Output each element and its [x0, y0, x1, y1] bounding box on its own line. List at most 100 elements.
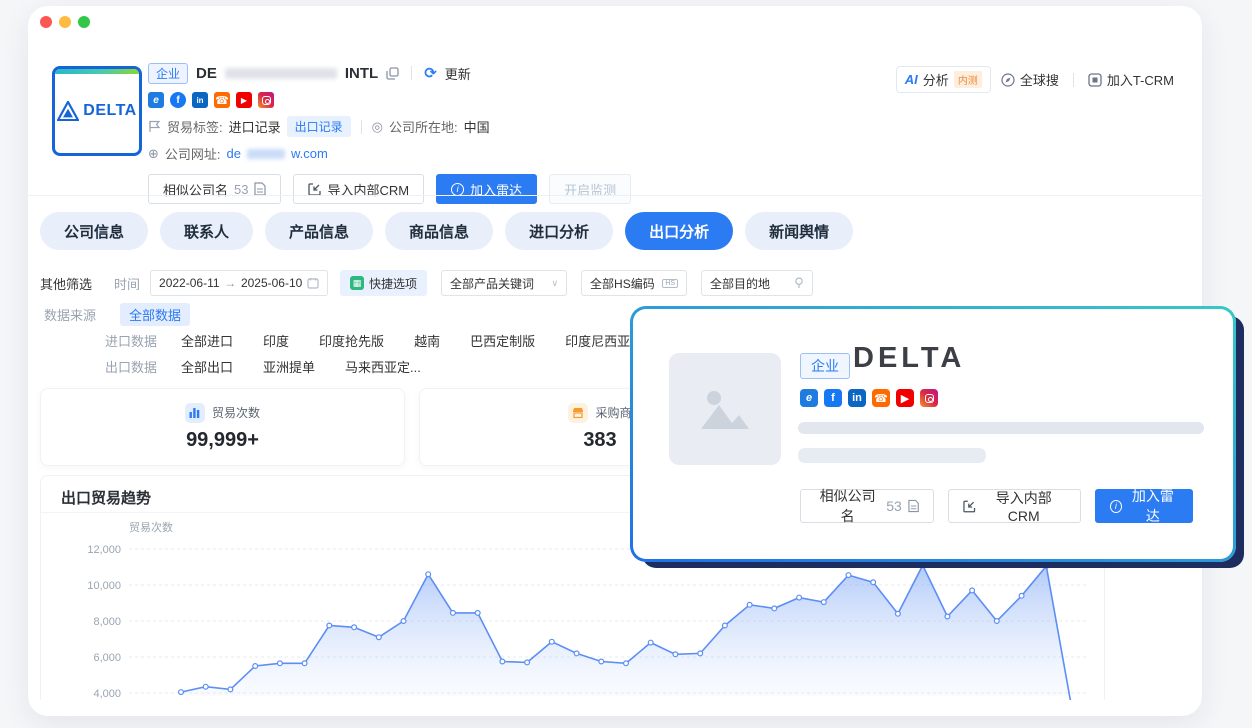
skeleton-line	[798, 448, 986, 463]
browser-icon[interactable]: e	[148, 92, 164, 108]
trade-label-title: 贸易标签:	[167, 117, 223, 136]
skeleton-line	[798, 422, 1204, 434]
export-option[interactable]: 亚洲提单	[263, 360, 315, 375]
grid-icon: ▦	[350, 276, 364, 290]
quick-options-button[interactable]: ▦ 快捷选项	[340, 270, 427, 296]
tab[interactable]: 联系人	[160, 212, 253, 250]
tab[interactable]: 公司信息	[40, 212, 148, 250]
location-title: 公司所在地:	[389, 117, 458, 136]
company-name-tail: INTL	[345, 65, 378, 82]
maximize-window-icon[interactable]	[78, 16, 90, 28]
date-range-picker[interactable]: 2022-06-11 → 2025-06-10	[150, 270, 328, 296]
refresh-label[interactable]: 更新	[445, 64, 471, 83]
enterprise-tag: 企业	[148, 63, 188, 84]
data-source-panel: 数据来源 全部数据 进口数据 全部进口印度印度抢先版越南巴西定制版印度尼西亚..…	[40, 301, 727, 379]
linkedin-icon[interactable]: in	[192, 92, 208, 108]
all-data-option[interactable]: 全部数据	[120, 303, 190, 326]
browser-icon[interactable]: e	[800, 389, 818, 407]
import-option[interactable]: 巴西定制版	[470, 334, 535, 349]
company-header: 企业 DE INTL ⟳ 更新 e f in ☎ ▶	[148, 61, 938, 204]
store-icon	[568, 403, 588, 423]
export-data-label: 出口数据	[105, 357, 157, 376]
import-icon	[308, 183, 321, 196]
filter-bar: 其他筛选 时间 2022-06-11 → 2025-06-10 ▦ 快捷选项 全…	[40, 270, 813, 296]
minimize-window-icon[interactable]	[59, 16, 71, 28]
page: DELTA 企业 DE INTL ⟳ 更新 e f in ☎ ▶	[0, 0, 1252, 728]
window-controls	[40, 16, 90, 28]
destination-dropdown[interactable]: 全部目的地	[701, 270, 813, 296]
linkedin-icon[interactable]: in	[848, 389, 866, 407]
trade-tags-row: 贸易标签: 进口记录 出口记录 ◎ 公司所在地: 中国	[148, 116, 938, 137]
website-link-tail[interactable]: w.com	[291, 146, 328, 161]
info-circle-icon: i	[1110, 500, 1122, 513]
import-option[interactable]: 全部进口	[181, 334, 233, 349]
join-radar-button[interactable]: i 加入雷达	[436, 174, 537, 204]
import-data-row: 进口数据 全部进口印度印度抢先版越南巴西定制版印度尼西亚...美国	[40, 327, 727, 353]
tab[interactable]: 进口分析	[505, 212, 613, 250]
ai-analysis-button[interactable]: AI 分析 内测	[896, 66, 991, 93]
import-record-label: 进口记录	[229, 117, 281, 136]
ai-analysis-label: 分析	[923, 70, 949, 89]
divider	[1073, 73, 1074, 87]
export-option[interactable]: 全部出口	[181, 360, 233, 375]
youtube-icon[interactable]: ▶	[896, 389, 914, 407]
popup-body: 企业 DELTA e f in ☎ ▶ 相似公司名 53 导入	[633, 309, 1233, 559]
compass-icon	[1001, 73, 1015, 87]
product-keyword-dropdown[interactable]: 全部产品关键词∨	[441, 270, 567, 296]
popup-company-title: DELTA	[853, 342, 965, 375]
import-option[interactable]: 印度抢先版	[319, 334, 384, 349]
tab[interactable]: 出口分析	[625, 212, 733, 250]
popup-actions: 相似公司名 53 导入内部CRM i 加入雷达	[800, 489, 1193, 523]
similar-companies-button[interactable]: 相似公司名 53	[148, 174, 281, 204]
export-data-row: 出口数据 全部出口 亚洲提单 马来西亚定...	[40, 353, 727, 379]
import-option[interactable]: 越南	[414, 334, 440, 349]
tab[interactable]: 新闻舆情	[745, 212, 853, 250]
hs-code-dropdown[interactable]: 全部HS编码HS	[581, 270, 687, 296]
facebook-icon[interactable]: f	[170, 92, 186, 108]
similar-companies-button[interactable]: 相似公司名 53	[800, 489, 934, 523]
export-record-tag: 出口记录	[287, 116, 351, 137]
other-filters-label[interactable]: 其他筛选	[40, 274, 92, 293]
instagram-icon[interactable]	[920, 389, 938, 407]
phone-icon[interactable]: ☎	[872, 389, 890, 407]
trade-count-value: 99,999+	[186, 429, 259, 452]
website-link-prefix[interactable]: de	[227, 146, 241, 161]
import-option[interactable]: 印度	[263, 334, 289, 349]
svg-text:6,000: 6,000	[93, 652, 121, 664]
header-toolbar: AI 分析 内测 全球搜 加入T-CRM	[896, 66, 1174, 93]
header-actions: 相似公司名 53 导入内部CRM i 加入雷达 开启监测	[148, 174, 938, 204]
buyers-value: 383	[583, 429, 616, 452]
join-tcrm-button[interactable]: 加入T-CRM	[1088, 70, 1174, 89]
logo-text: DELTA	[83, 102, 136, 120]
global-search-button[interactable]: 全球搜	[1001, 70, 1059, 89]
youtube-icon[interactable]: ▶	[236, 92, 252, 108]
join-radar-button[interactable]: i 加入雷达	[1095, 489, 1193, 523]
company-name-masked	[225, 68, 337, 79]
info-circle-icon: i	[451, 183, 464, 196]
company-logo: DELTA	[52, 66, 142, 156]
import-crm-button[interactable]: 导入内部CRM	[948, 489, 1081, 523]
website-title: 公司网址:	[165, 144, 221, 163]
instagram-icon[interactable]	[258, 92, 274, 108]
location-icon: ◎	[372, 119, 383, 135]
import-crm-button[interactable]: 导入内部CRM	[293, 174, 424, 204]
tcrm-icon	[1088, 73, 1102, 87]
ai-logo: AI	[905, 72, 918, 87]
bar-chart-icon	[185, 403, 205, 423]
phone-icon[interactable]: ☎	[214, 92, 230, 108]
facebook-icon[interactable]: f	[824, 389, 842, 407]
start-monitor-button[interactable]: 开启监测	[549, 174, 631, 204]
company-name-row: 企业 DE INTL ⟳ 更新	[148, 61, 938, 85]
copy-icon[interactable]	[386, 67, 399, 80]
close-window-icon[interactable]	[40, 16, 52, 28]
section-tabs: 公司信息联系人产品信息商品信息进口分析出口分析新闻舆情	[40, 212, 853, 250]
refresh-icon[interactable]: ⟳	[424, 66, 437, 81]
popup-enterprise-tag: 企业	[800, 353, 850, 379]
svg-text:10,000: 10,000	[87, 580, 121, 592]
data-source-label: 数据来源	[44, 305, 96, 324]
pin-icon	[794, 277, 804, 289]
tab[interactable]: 产品信息	[265, 212, 373, 250]
tab[interactable]: 商品信息	[385, 212, 493, 250]
export-option[interactable]: 马来西亚定...	[345, 360, 421, 375]
time-label: 时间	[114, 274, 140, 293]
